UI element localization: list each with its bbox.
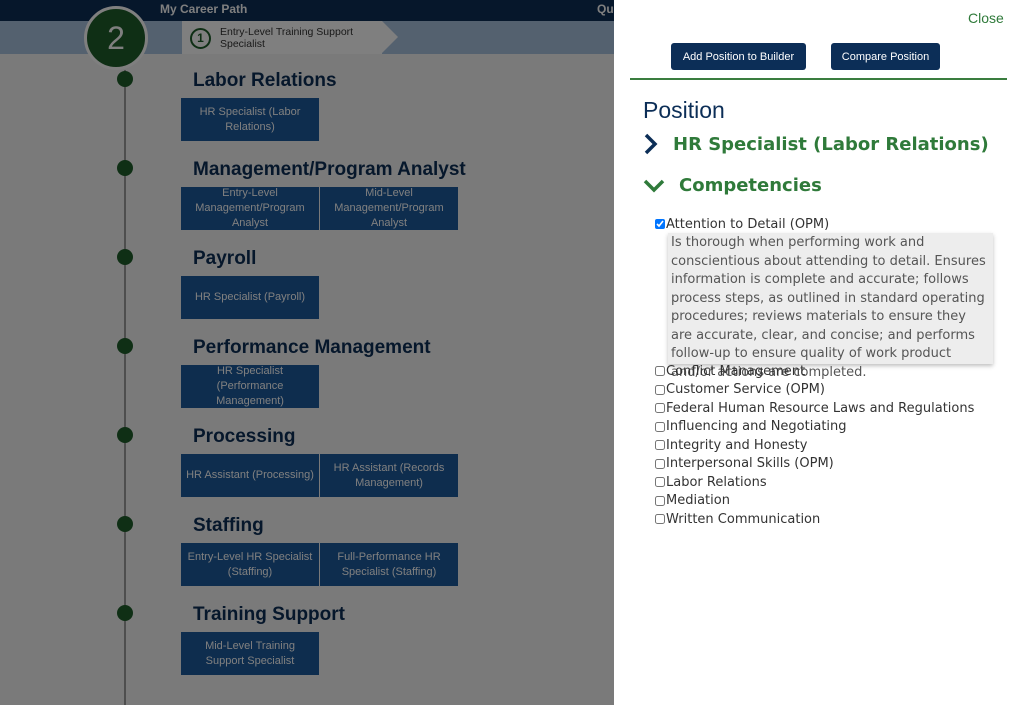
competencies-title: Competencies (679, 175, 822, 196)
competency-checkbox[interactable] (655, 477, 665, 488)
competency-list-rest: Conflict Management Customer Service (OP… (655, 362, 1005, 529)
competency-item[interactable]: Labor Relations (655, 473, 1005, 492)
position-title: HR Specialist (Labor Relations) (673, 133, 989, 155)
competency-item[interactable]: Written Communication (655, 510, 1005, 529)
competency-checkbox[interactable] (655, 421, 665, 432)
chevron-down-icon (643, 176, 665, 196)
competency-checkbox[interactable] (655, 403, 665, 414)
competency-checkbox[interactable] (655, 440, 665, 451)
competency-list: Attention to Detail (OPM) (655, 215, 1005, 234)
competencies-section-toggle[interactable]: Competencies (643, 175, 822, 196)
competency-checkbox[interactable] (655, 514, 665, 525)
competency-item[interactable]: Conflict Management (655, 362, 1005, 381)
position-section-toggle[interactable]: HR Specialist (Labor Relations) (643, 132, 989, 156)
competency-checkbox[interactable] (655, 366, 665, 377)
competency-item[interactable]: Federal Human Resource Laws and Regulati… (655, 399, 1005, 418)
competency-item[interactable]: Interpersonal Skills (OPM) (655, 455, 1005, 474)
competency-checkbox[interactable] (655, 458, 665, 469)
competency-label: Customer Service (OPM) (666, 382, 825, 398)
competency-label: Written Communication (666, 511, 821, 527)
panel-heading: Position (643, 97, 725, 123)
close-button[interactable]: Close (968, 10, 1004, 26)
competency-item[interactable]: Influencing and Negotiating (655, 418, 1005, 437)
competency-item[interactable]: Customer Service (OPM) (655, 381, 1005, 400)
competency-item[interactable]: Attention to Detail (OPM) (655, 215, 1005, 234)
competency-label: Federal Human Resource Laws and Regulati… (666, 400, 975, 416)
competency-item[interactable]: Integrity and Honesty (655, 436, 1005, 455)
panel-divider (630, 78, 1007, 80)
competency-checkbox[interactable] (655, 495, 665, 506)
competency-label: Influencing and Negotiating (666, 419, 847, 435)
chevron-right-icon (643, 132, 659, 156)
competency-checkbox[interactable] (655, 219, 665, 230)
competency-label: Attention to Detail (OPM) (666, 216, 830, 232)
add-position-button[interactable]: Add Position to Builder (671, 43, 806, 70)
competency-label: Integrity and Honesty (666, 437, 808, 453)
competency-label: Conflict Management (666, 363, 806, 379)
compare-position-button[interactable]: Compare Position (831, 43, 940, 70)
competency-label: Mediation (666, 493, 730, 509)
competency-description: Is thorough when performing work and con… (668, 233, 993, 380)
competency-item[interactable]: Mediation (655, 492, 1005, 511)
competency-checkbox[interactable] (655, 384, 665, 395)
competency-label: Interpersonal Skills (OPM) (666, 456, 834, 472)
competency-label: Labor Relations (666, 474, 767, 490)
